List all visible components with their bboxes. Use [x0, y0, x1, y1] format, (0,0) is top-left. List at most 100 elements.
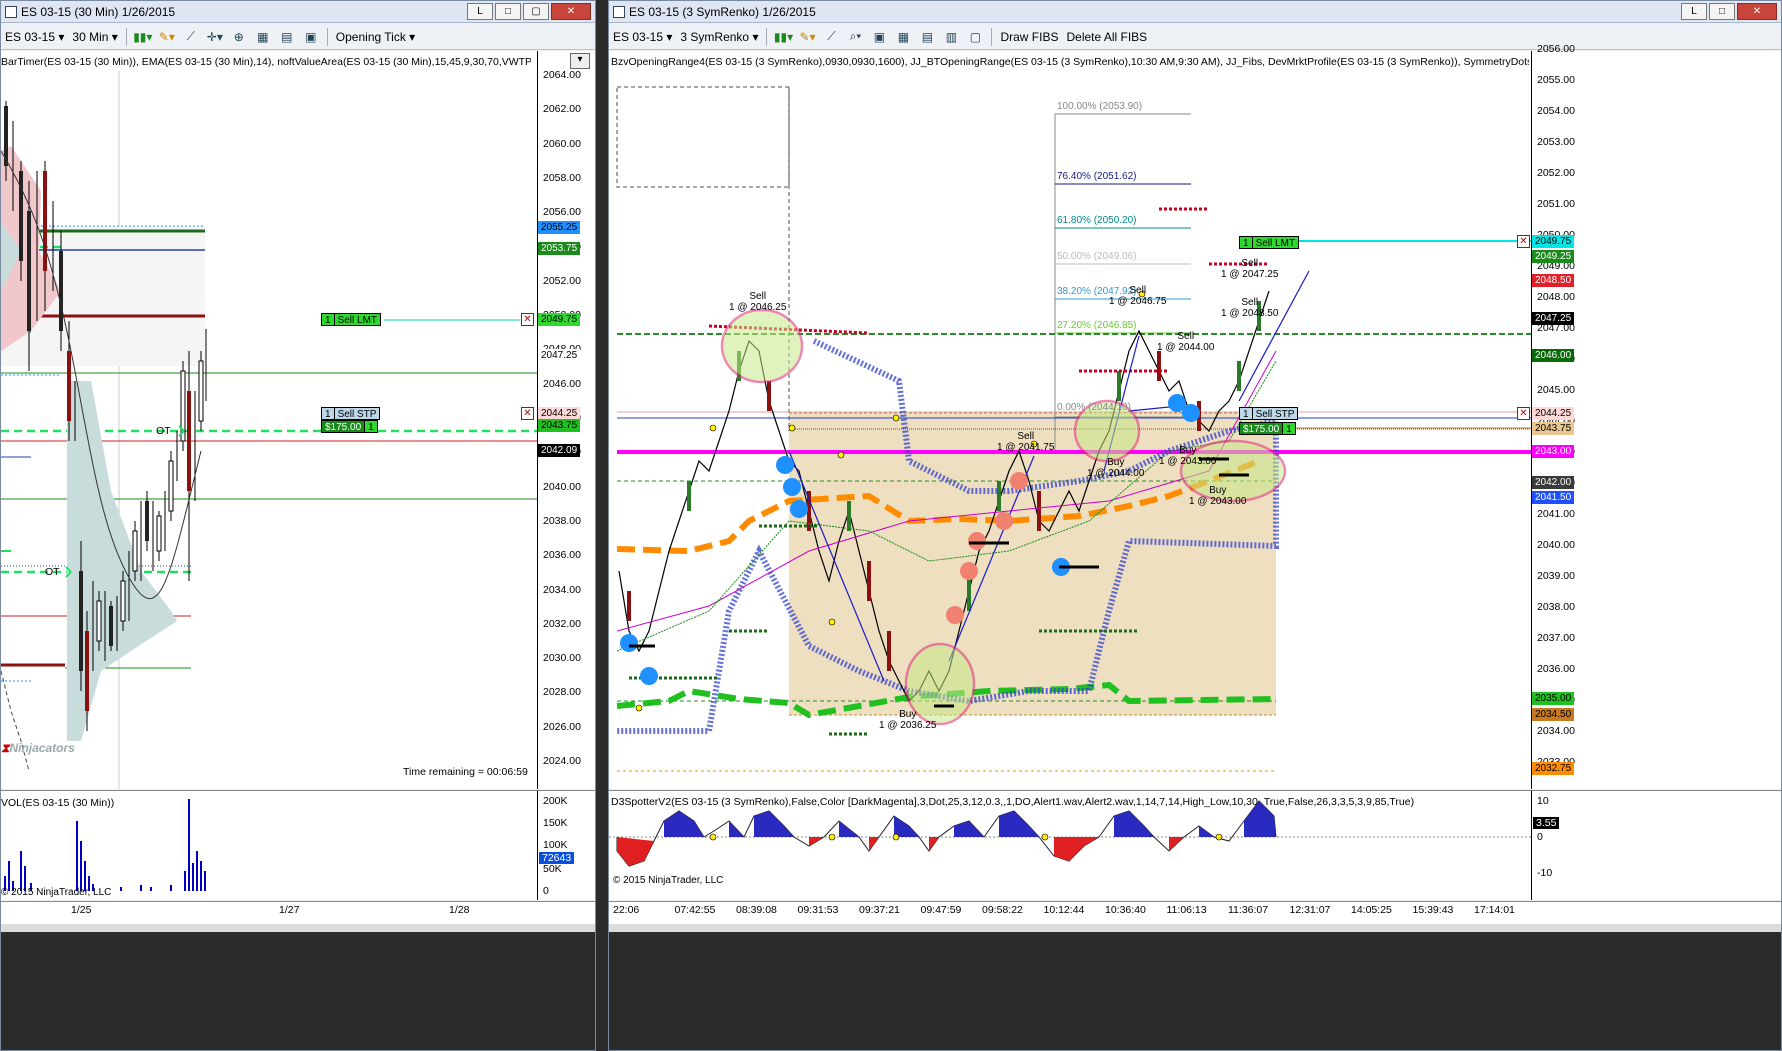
link-button[interactable]: L [1681, 3, 1707, 20]
right-title-bar[interactable]: ES 03-15 (3 SymRenko) 1/26/2015 L □ ✕ [609, 1, 1781, 23]
chart-trader-icon[interactable]: ▥ [943, 29, 959, 45]
annotation-fill: 1 @ 2036.25 [879, 720, 937, 731]
vol-axis-label: 150K [543, 817, 568, 829]
time-label: 10:36:40 [1105, 904, 1146, 916]
price-flag: 2042.09 [538, 444, 581, 457]
time-label: 08:39:08 [736, 904, 777, 916]
annotation-action: Sell [1177, 331, 1195, 342]
price-axis-label: 2046.00 [543, 377, 581, 390]
price-axis-label: 2040.00 [1537, 539, 1575, 551]
price-flag: 2044.25 [1532, 407, 1575, 420]
pnl-qty: 1 [1283, 423, 1295, 435]
cancel-order-button[interactable]: ✕ [1517, 407, 1530, 420]
osc-current-flag: 3.55 [1533, 817, 1560, 829]
close-button[interactable]: ✕ [551, 3, 591, 20]
minimize-button[interactable]: □ [1709, 3, 1735, 20]
trade-annotation: Buy 1 @ 2043.00 [1159, 445, 1216, 467]
left-price-axis[interactable]: ▾ 2064.00 2062.00 2060.00 2058.00 2056.00 205… [537, 51, 595, 789]
price-flag: 2043.00 [1532, 445, 1575, 458]
crosshair-icon[interactable]: ✛▾ [207, 29, 223, 45]
drawing-tools-icon[interactable]: ⟋ [823, 29, 839, 45]
instrument-label: ES 03-15 [5, 29, 56, 44]
price-flag: 2047.25 [1532, 312, 1575, 325]
annotation-fill: 1 @ 2046.75 [1109, 296, 1167, 307]
instrument-selector[interactable]: ES 03-15 ▾ [5, 30, 64, 44]
time-label: 12:31:07 [1289, 904, 1331, 916]
right-chart-window[interactable]: ES 03-15 (3 SymRenko) 1/26/2015 L □ ✕ ES… [608, 0, 1782, 1051]
price-axis-label: 2052.00 [543, 274, 581, 287]
left-time-axis[interactable]: 1/25 1/27 1/28 [1, 901, 595, 1050]
right-price-panel[interactable]: BzvOpeningRange4(ES 03-15 (3 SymRenko),0… [609, 51, 1531, 789]
position-pnl[interactable]: $175.00 1 [321, 420, 378, 433]
trade-annotation: Sell 1 @ 2046.75 [1109, 285, 1166, 307]
left-title-bar[interactable]: ES 03-15 (30 Min) 1/26/2015 L □ ▢ ✕ [1, 1, 595, 23]
osc-axis-label: 0 [1537, 831, 1543, 843]
osc-axis-label: 10 [1537, 795, 1549, 807]
draw-fibs-button[interactable]: Draw FIBS [1000, 30, 1058, 44]
interval-selector[interactable]: 3 SymRenko ▾ [680, 30, 758, 44]
annotation-fill: 1 @ 2044.00 [1087, 468, 1145, 479]
time-label: 15:39:43 [1412, 904, 1454, 916]
maximize-button[interactable]: ▢ [523, 3, 549, 20]
properties-icon[interactable]: ▦ [895, 29, 911, 45]
zoom-icon[interactable]: ⌕▾ [847, 29, 863, 45]
left-scrollbar[interactable] [1, 924, 595, 932]
price-flag: 2041.50 [1532, 491, 1575, 504]
price-axis-label: 2040.00 [543, 480, 581, 493]
strategies-icon[interactable]: ▤ [279, 29, 295, 45]
cancel-order-button[interactable]: ✕ [521, 313, 534, 326]
chart-window-icon [5, 5, 17, 18]
strategies-icon[interactable]: ▤ [919, 29, 935, 45]
pencil-icon[interactable]: ✎▾ [799, 29, 815, 45]
right-oscillator-axis: 10 3.55 0 -10 [1531, 790, 1781, 900]
close-button[interactable]: ✕ [1737, 3, 1777, 20]
left-price-panel[interactable]: BarTimer(ES 03-15 (30 Min)), EMA(ES 03-1… [1, 51, 537, 789]
sell-stp-order[interactable]: 1 Sell STP [1239, 407, 1299, 420]
axis-dropdown-button[interactable]: ▾ [570, 53, 590, 69]
instrument-selector[interactable]: ES 03-15 ▾ [613, 30, 672, 44]
left-window-title: ES 03-15 (30 Min) 1/26/2015 [21, 4, 176, 19]
cancel-order-button[interactable]: ✕ [521, 407, 534, 420]
properties-icon[interactable]: ▦ [255, 29, 271, 45]
interval-selector[interactable]: 30 Min ▾ [72, 30, 117, 44]
data-box-icon[interactable]: ▣ [871, 29, 887, 45]
data-box-icon[interactable]: ▣ [303, 29, 319, 45]
taskbar-strip [609, 932, 1781, 1050]
sell-stp-order[interactable]: 1 Sell STP [321, 407, 381, 420]
time-label: 11:36:07 [1228, 904, 1269, 916]
share-icon[interactable]: ▢ [967, 29, 983, 45]
price-axis-label: 2056.00 [543, 206, 581, 219]
position-pnl[interactable]: $175.00 1 [1239, 422, 1296, 435]
annotation-action: Buy [899, 709, 917, 720]
price-axis-label: 2058.00 [543, 171, 581, 184]
sell-lmt-order[interactable]: 1 Sell LMT [1239, 236, 1300, 249]
sell-lmt-line [384, 319, 520, 321]
sell-lmt-order[interactable]: 1 Sell LMT [321, 313, 382, 326]
bar-style-icon[interactable]: ▮▮▾ [774, 29, 793, 45]
right-price-axis[interactable]: 2056.00 2055.00 2054.00 2053.00 2052.00 2051.… [1531, 43, 1781, 789]
right-price-plot [616, 86, 1531, 772]
zoom-icon[interactable]: ⊕ [231, 29, 247, 45]
left-chart-window[interactable]: ES 03-15 (30 Min) 1/26/2015 L □ ▢ ✕ ES 0… [0, 0, 596, 1051]
price-flag: 2055.25 [538, 221, 581, 234]
delete-fibs-button[interactable]: Delete All FIBS [1066, 30, 1147, 44]
cancel-order-button[interactable]: ✕ [1517, 235, 1530, 248]
fib-level-label: 61.80% (2050.20) [1057, 215, 1137, 226]
pnl-value: $175.00 [1240, 423, 1284, 435]
right-time-axis[interactable]: 22:06 07:42:55 08:39:08 09:31:53 09:37:21 09:… [609, 901, 1781, 1050]
right-scrollbar[interactable] [609, 924, 1781, 932]
left-volume-panel: VOL(ES 03-15 (30 Min)) © 2015 NinjaTrade… [1, 790, 537, 900]
link-button[interactable]: L [467, 3, 493, 20]
time-label: 22:06 [613, 904, 640, 916]
fib-level-label: 76.40% (2051.62) [1057, 171, 1137, 182]
trade-annotation: Buy 1 @ 2044.00 [1087, 457, 1144, 479]
minimize-button[interactable]: □ [495, 3, 521, 20]
opening-tick-dropdown[interactable]: Opening Tick ▾ [336, 30, 415, 44]
price-axis-label: 2038.00 [543, 514, 581, 527]
price-axis-label: 2053.00 [1537, 136, 1575, 148]
pencil-icon[interactable]: ✎▾ [159, 29, 175, 45]
oscillator-plot [609, 800, 1531, 867]
drawing-tools-icon[interactable]: ⟋ [183, 29, 199, 45]
bar-style-icon[interactable]: ▮▮▾ [133, 29, 152, 45]
copyright: © 2015 NinjaTrader, LLC [613, 875, 724, 886]
